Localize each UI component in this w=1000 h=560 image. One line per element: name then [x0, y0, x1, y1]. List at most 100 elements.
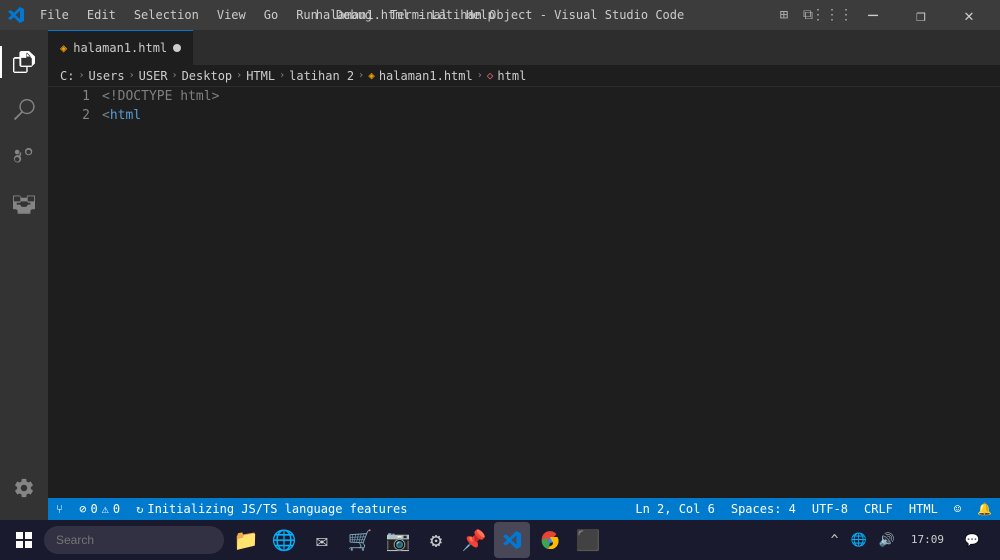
menu-view[interactable]: View [209, 6, 254, 24]
encoding-item[interactable]: UTF-8 [804, 498, 856, 520]
editor-content[interactable]: 1 2 <!DOCTYPE html> <html [48, 87, 1000, 498]
git-icon: ⑂ [56, 502, 63, 516]
taskbar-settings[interactable]: ⚙ [418, 522, 454, 558]
minimize-button[interactable]: ─ [850, 0, 896, 30]
taskbar-chrome[interactable] [532, 522, 568, 558]
taskbar: 📁 🌐 ✉ 🛒 📷 ⚙ 📌 ⬛ ^ 🌐 🔊 17:09 💬 [0, 520, 1000, 560]
taskbar-edge[interactable]: 🌐 [266, 522, 302, 558]
breadcrumb-desktop-label: Desktop [182, 69, 233, 83]
line-numbers: 1 2 [48, 87, 98, 498]
taskbar-file-explorer[interactable]: 📁 [228, 522, 264, 558]
taskbar-search-input[interactable] [44, 526, 224, 554]
taskbar-clock[interactable]: 17:09 [903, 530, 952, 549]
line-ending-item[interactable]: CRLF [856, 498, 901, 520]
breadcrumb-filename-label: halaman1.html [379, 69, 473, 83]
breadcrumb-c-label: C: [60, 69, 74, 83]
explorer-icon[interactable] [0, 38, 48, 86]
errors-item[interactable]: ⊘ 0 ⚠ 0 [71, 498, 128, 520]
menu-bar: File Edit Selection View Go Run Debug Te… [32, 6, 503, 24]
breadcrumb-file-icon: ◈ [368, 69, 375, 82]
encoding-text: UTF-8 [812, 502, 848, 516]
menu-file[interactable]: File [32, 6, 77, 24]
taskbar-chevron-icon[interactable]: ^ [827, 531, 843, 550]
split-icon[interactable]: ⋮⋮⋮ [824, 7, 840, 23]
taskbar-mail[interactable]: ✉ [304, 522, 340, 558]
start-button[interactable] [4, 520, 44, 560]
git-branch-item[interactable]: ⑂ [48, 498, 71, 520]
breadcrumb-users[interactable]: Users [88, 69, 124, 83]
menu-terminal[interactable]: Terminal [382, 6, 456, 24]
taskbar-network-icon[interactable]: 🌐 [847, 531, 871, 550]
line-number-2: 2 [48, 106, 90, 125]
taskbar-volume-icon[interactable]: 🔊 [875, 531, 899, 550]
breadcrumb-desktop[interactable]: Desktop [182, 69, 233, 83]
bell-item[interactable]: 🔔 [969, 498, 1000, 520]
info-msg: Initializing JS/TS language features [147, 502, 407, 516]
breadcrumb-c[interactable]: C: [60, 69, 74, 83]
feedback-item[interactable]: ☺ [946, 498, 969, 520]
menu-debug[interactable]: Debug [328, 6, 380, 24]
title-bar-icons: ⊞ ⧉ ⋮⋮⋮ [776, 7, 840, 23]
menu-go[interactable]: Go [256, 6, 286, 24]
activity-bar [0, 30, 48, 520]
menu-edit[interactable]: Edit [79, 6, 124, 24]
code-area[interactable]: <!DOCTYPE html> <html [98, 87, 986, 498]
status-left: ⑂ ⊘ 0 ⚠ 0 ↻ Initializing JS/TS language … [48, 498, 415, 520]
tab-modified-dot [173, 44, 181, 52]
settings-icon[interactable] [0, 464, 48, 512]
taskbar-pin1[interactable]: 📌 [456, 522, 492, 558]
spaces-text: Spaces: 4 [731, 502, 796, 516]
error-icon: ⊘ [79, 502, 86, 516]
sync-icon: ↻ [136, 502, 143, 516]
breadcrumb-latihan2-label: latihan 2 [289, 69, 354, 83]
breadcrumb-html[interactable]: HTML [246, 69, 275, 83]
maximize-button[interactable]: ❐ [898, 0, 944, 30]
taskbar-right: ^ 🌐 🔊 17:09 💬 [827, 520, 996, 560]
breadcrumb-user-label: USER [139, 69, 168, 83]
remote-icon[interactable]: ⊞ [776, 7, 792, 23]
tab-bar: ◈ halaman1.html [48, 30, 1000, 65]
taskbar-cmd[interactable]: ⬛ [570, 522, 606, 558]
notification-icon: 💬 [965, 533, 980, 547]
source-control-icon[interactable] [0, 134, 48, 182]
search-icon[interactable] [0, 86, 48, 134]
language-item[interactable]: HTML [901, 498, 946, 520]
language-text: HTML [909, 502, 938, 516]
breadcrumb-users-label: Users [88, 69, 124, 83]
tab-filename: halaman1.html [73, 41, 167, 55]
editor-area: ◈ halaman1.html C: › Users › USER › Desk… [48, 30, 1000, 520]
error-count: 0 [90, 502, 97, 516]
taskbar-photos[interactable]: 📷 [380, 522, 416, 558]
breadcrumb-filename[interactable]: ◈ halaman1.html [368, 69, 473, 83]
breadcrumb-html-label: HTML [246, 69, 275, 83]
taskbar-apps: 📁 🌐 ✉ 🛒 📷 ⚙ 📌 ⬛ [228, 522, 827, 558]
vscode-logo-icon [8, 7, 24, 23]
breadcrumb-user[interactable]: USER [139, 69, 168, 83]
status-bar: ⑂ ⊘ 0 ⚠ 0 ↻ Initializing JS/TS language … [48, 498, 1000, 520]
close-button[interactable]: ✕ [946, 0, 992, 30]
taskbar-store[interactable]: 🛒 [342, 522, 378, 558]
warning-count: 0 [113, 502, 120, 516]
tab-file-icon: ◈ [60, 41, 67, 55]
editor-tab[interactable]: ◈ halaman1.html [48, 30, 193, 65]
breadcrumb-element[interactable]: ◇ html [487, 69, 527, 83]
taskbar-vscode[interactable] [494, 522, 530, 558]
feedback-icon: ☺ [954, 502, 961, 516]
extensions-icon[interactable] [0, 182, 48, 230]
breadcrumb: C: › Users › USER › Desktop › HTML › lat… [48, 65, 1000, 87]
status-right: Ln 2, Col 6 Spaces: 4 UTF-8 CRLF HTML ☺ [627, 498, 1000, 520]
menu-help[interactable]: Help [458, 6, 503, 24]
activity-bar-bottom [0, 464, 48, 512]
code-line-2: <html [102, 106, 986, 125]
breadcrumb-latihan2[interactable]: latihan 2 [289, 69, 354, 83]
position-text: Ln 2, Col 6 [635, 502, 714, 516]
warning-icon: ⚠ [102, 502, 109, 516]
taskbar-notification[interactable]: 💬 [956, 520, 988, 560]
menu-run[interactable]: Run [288, 6, 326, 24]
main-area: ◈ halaman1.html C: › Users › USER › Desk… [0, 30, 1000, 520]
line-number-1: 1 [48, 87, 90, 106]
info-msg-item[interactable]: ↻ Initializing JS/TS language features [128, 498, 415, 520]
position-item[interactable]: Ln 2, Col 6 [627, 498, 722, 520]
menu-selection[interactable]: Selection [126, 6, 207, 24]
spaces-item[interactable]: Spaces: 4 [723, 498, 804, 520]
